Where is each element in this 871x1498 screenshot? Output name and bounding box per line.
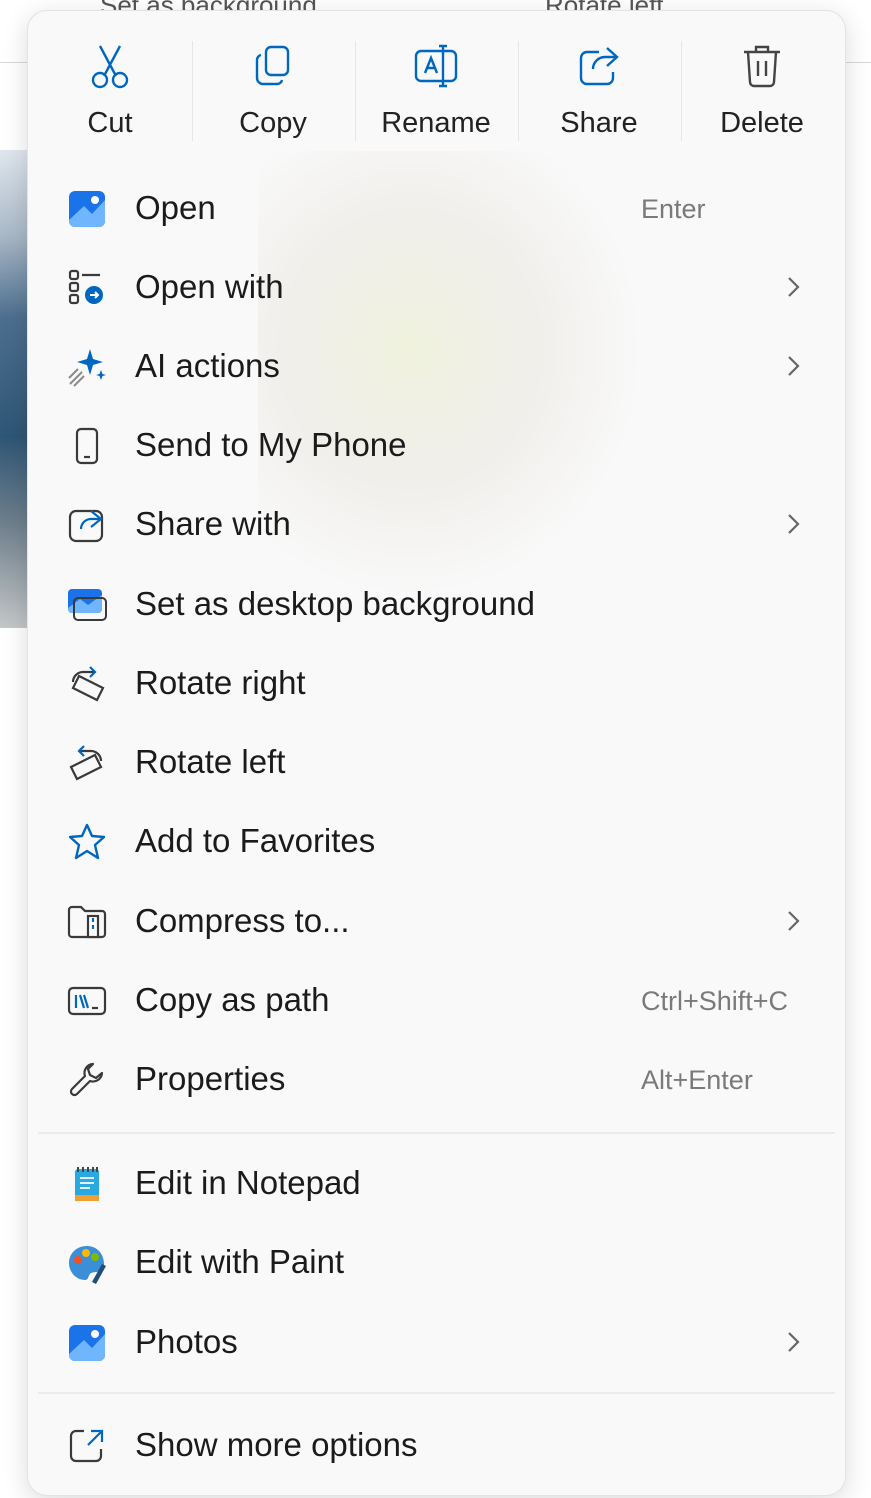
shortcut-text: Alt+Enter xyxy=(641,1065,753,1095)
menu-item-label: Show more options xyxy=(135,1426,418,1463)
menu-item-label: Rotate right xyxy=(135,664,306,701)
quick-actions-bar: Cut Copy Rename Share Delete xyxy=(28,11,845,161)
menu-item-copy-as-path[interactable]: Copy as path Ctrl+Shift+C xyxy=(38,962,835,1038)
share-button[interactable]: Share xyxy=(519,17,679,153)
menu-item-edit-in-notepad[interactable]: Edit in Notepad xyxy=(38,1145,835,1221)
show-more-icon xyxy=(66,1425,108,1467)
phone-icon xyxy=(66,425,108,467)
wrench-icon xyxy=(66,1059,108,1101)
rotate-right-icon xyxy=(66,663,108,705)
menu-item-label: Open with xyxy=(135,268,284,305)
menu-item-label: Add to Favorites xyxy=(135,822,376,859)
menu-item-label: Edit with Paint xyxy=(135,1243,345,1280)
menu-item-photos[interactable]: Photos xyxy=(38,1304,835,1380)
menu-item-rotate-right[interactable]: Rotate right xyxy=(38,645,835,721)
copy-path-icon xyxy=(66,980,108,1022)
menu-item-compress-to[interactable]: Compress to... xyxy=(38,883,835,959)
menu-item-label: Properties xyxy=(135,1060,286,1097)
share-icon xyxy=(577,41,621,91)
menu-item-set-as-desktop-background[interactable]: Set as desktop background xyxy=(38,566,835,642)
rename-label: Rename xyxy=(381,107,491,139)
chevron-right-icon xyxy=(788,1332,800,1352)
menu-item-label: Edit in Notepad xyxy=(135,1164,361,1201)
shortcut-text: Enter xyxy=(641,194,706,224)
cut-label: Cut xyxy=(87,107,133,139)
menu-item-send-to-my-phone[interactable]: Send to My Phone xyxy=(38,407,835,483)
paint-icon xyxy=(66,1242,108,1284)
sparkle-icon xyxy=(66,346,108,388)
copy-label: Copy xyxy=(239,107,307,139)
chevron-right-icon xyxy=(788,356,800,376)
desktop-background-icon xyxy=(66,584,108,626)
photos-app-icon xyxy=(66,188,108,230)
copy-button[interactable]: Copy xyxy=(193,17,353,153)
chevron-right-icon xyxy=(788,277,800,297)
menu-separator xyxy=(38,1132,835,1134)
menu-item-ai-actions[interactable]: AI actions xyxy=(38,328,835,404)
share-with-icon xyxy=(66,504,108,546)
menu-item-open[interactable]: Open Enter xyxy=(38,170,835,246)
menu-item-label: Compress to... xyxy=(135,902,350,939)
menu-item-label: AI actions xyxy=(135,347,280,384)
cut-button[interactable]: Cut xyxy=(30,17,190,153)
copy-icon xyxy=(251,41,295,91)
share-label: Share xyxy=(560,107,638,139)
scissors-icon xyxy=(88,41,132,91)
photos-app-icon xyxy=(66,1322,108,1364)
menu-item-properties[interactable]: Properties Alt+Enter xyxy=(38,1041,835,1117)
menu-item-label: Send to My Phone xyxy=(135,426,407,463)
delete-button[interactable]: Delete xyxy=(682,17,842,153)
menu-item-rotate-left[interactable]: Rotate left xyxy=(38,724,835,800)
trash-icon xyxy=(740,41,784,91)
zip-folder-icon xyxy=(66,901,108,943)
rename-button[interactable]: Rename xyxy=(356,17,516,153)
menu-item-edit-with-paint[interactable]: Edit with Paint xyxy=(38,1224,835,1300)
menu-item-open-with[interactable]: Open with xyxy=(38,249,835,325)
rename-icon xyxy=(413,41,459,91)
delete-label: Delete xyxy=(720,107,804,139)
menu-item-label: Photos xyxy=(135,1323,238,1360)
star-icon xyxy=(66,821,108,863)
rotate-left-icon xyxy=(66,742,108,784)
menu-item-label: Set as desktop background xyxy=(135,585,535,622)
menu-item-label: Copy as path xyxy=(135,981,330,1018)
open-with-icon xyxy=(66,267,108,309)
menu-item-label: Open xyxy=(135,189,216,226)
menu-item-share-with[interactable]: Share with xyxy=(38,486,835,562)
notepad-icon xyxy=(66,1163,108,1205)
menu-item-add-to-favorites[interactable]: Add to Favorites xyxy=(38,803,835,879)
menu-item-show-more-options[interactable]: Show more options xyxy=(38,1407,835,1483)
chevron-right-icon xyxy=(788,514,800,534)
menu-separator xyxy=(38,1392,835,1394)
context-menu: Cut Copy Rename Share Delete Open Enter … xyxy=(27,10,846,1496)
menu-item-label: Rotate left xyxy=(135,743,286,780)
shortcut-text: Ctrl+Shift+C xyxy=(641,986,789,1016)
chevron-right-icon xyxy=(788,911,800,931)
menu-item-label: Share with xyxy=(135,505,291,542)
